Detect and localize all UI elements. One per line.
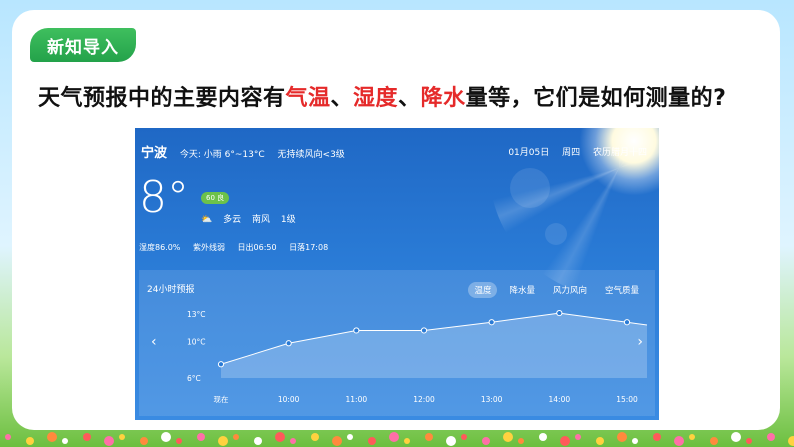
aqi-badge: 60 良 [201,192,230,204]
hourly-forecast-panel: 24小时预报 温度 降水量 风力风向 空气质量 13°C 10°C 6°C 现在 10:… [139,270,655,416]
flower-decoration [503,432,513,442]
flower-decoration [404,438,410,444]
flower-decoration [746,438,752,444]
y-tick-label: 13°C [187,310,206,319]
flower-decoration [161,432,171,442]
flower-decoration [368,437,376,445]
flower-decoration [119,434,125,440]
date-info: 01月05日 周四 农历腊月十四 [498,145,647,158]
flower-decoration [176,438,182,444]
wind-level: 1级 [280,215,296,225]
today-summary: 今天: 小雨 6°~13°C [179,150,265,160]
temperature-point [285,340,292,347]
temperature-point [420,327,428,334]
question-part: 湿度 [353,86,399,111]
temperature-point [556,309,563,317]
city-name: 宁波 [141,146,168,161]
question-part: 降水 [420,86,466,111]
sunrise: 日出06:50 [237,243,277,252]
x-tick-label: 10:00 [278,395,300,404]
temperature-area [221,313,647,378]
date: 01月05日 [508,148,550,158]
temperature-chart: 13°C 10°C 6°C 现在 10:00 11:00 12:00 13:00 14:00 15… [187,309,648,404]
x-tick-label: 14:00 [549,395,571,404]
chevron-right-icon[interactable]: › [637,334,643,350]
flower-decoration [425,433,433,441]
flower-decoration [233,434,239,440]
flower-decoration [389,432,399,442]
flower-decoration [560,436,570,446]
flower-decoration [140,437,148,445]
weather-metrics: 湿度86.0% 紫外线弱 日出06:50 日落17:08 [139,242,338,253]
flower-decoration [47,432,57,442]
bubble-decoration [545,223,567,245]
flower-decoration [617,432,627,442]
today-wind: 无持续风向<3级 [277,150,345,160]
flower-decoration [731,432,741,442]
flower-decoration [710,437,718,445]
flower-decoration [5,434,11,440]
flower-decoration [197,433,205,441]
x-tick-label: 13:00 [481,395,503,404]
x-tick-label: 现在 [214,394,229,404]
question-part: 天气预报中的主要内容有 [38,86,286,111]
flower-decoration [347,434,353,440]
x-tick-label: 11:00 [346,395,368,404]
flower-decoration [275,432,285,442]
flower-decoration [83,433,91,441]
chevron-left-icon[interactable]: ‹ [151,334,157,350]
bubble-decoration [510,168,550,208]
flower-decoration [290,438,296,444]
x-tick-label: 12:00 [413,395,435,404]
flower-decoration [575,434,581,440]
temperature-point [217,361,225,368]
weekday: 周四 [562,148,581,158]
partly-cloudy-icon: ⛅ [201,215,213,225]
question-part: 、 [330,86,354,111]
flower-decoration [632,438,638,444]
flower-decoration [767,433,775,441]
weather-header: 宁波 今天: 小雨 6°~13°C 无持续风向<3级 [141,142,355,161]
question-text: 天气预报中的主要内容有气温、湿度、降水量等，它们是如何测量的? [38,80,778,112]
flower-decoration [332,436,342,446]
flower-decoration [518,438,524,444]
temperature-point [623,319,631,326]
flower-decoration [26,437,34,445]
question-part: 气温 [285,86,331,111]
flower-decoration [539,433,547,441]
current-temperature: 8° [139,172,189,223]
wind-direction: 南风 [251,215,270,225]
flower-decoration [461,434,467,440]
temperature-point [353,327,360,334]
question-part: 量等，它们是如何测量的? [465,86,727,111]
sunset: 日落17:08 [289,243,329,252]
question-part: 、 [398,86,421,111]
humidity: 湿度86.0% [139,243,181,252]
flower-decoration [218,436,228,446]
flower-decoration [104,436,114,446]
uv-index: 紫外线弱 [192,243,225,252]
x-tick-label: 15:00 [616,395,638,404]
flower-decoration [254,437,262,445]
weather-widget: 宁波 今天: 小雨 6°~13°C 无持续风向<3级 01月05日 周四 农历腊… [135,128,659,420]
flower-decoration [788,436,794,446]
flower-decoration [689,434,695,440]
condition-text: 多云 [223,215,242,225]
flower-decoration [596,437,604,445]
section-badge: 新知导入 [30,28,136,62]
lunar-date: 农历腊月十四 [592,148,647,158]
flower-decoration [62,438,68,444]
flower-decoration [446,436,456,446]
flower-decoration [674,436,684,446]
flower-decoration [653,433,661,441]
flower-decoration [311,433,319,441]
flower-decoration [482,437,490,445]
y-tick-label: 10°C [187,337,206,346]
current-condition: ⛅ 多云 南风 1级 [201,212,304,225]
flower-border-decoration [5,432,794,446]
temperature-point [488,319,495,326]
y-tick-label: 6°C [187,374,201,383]
